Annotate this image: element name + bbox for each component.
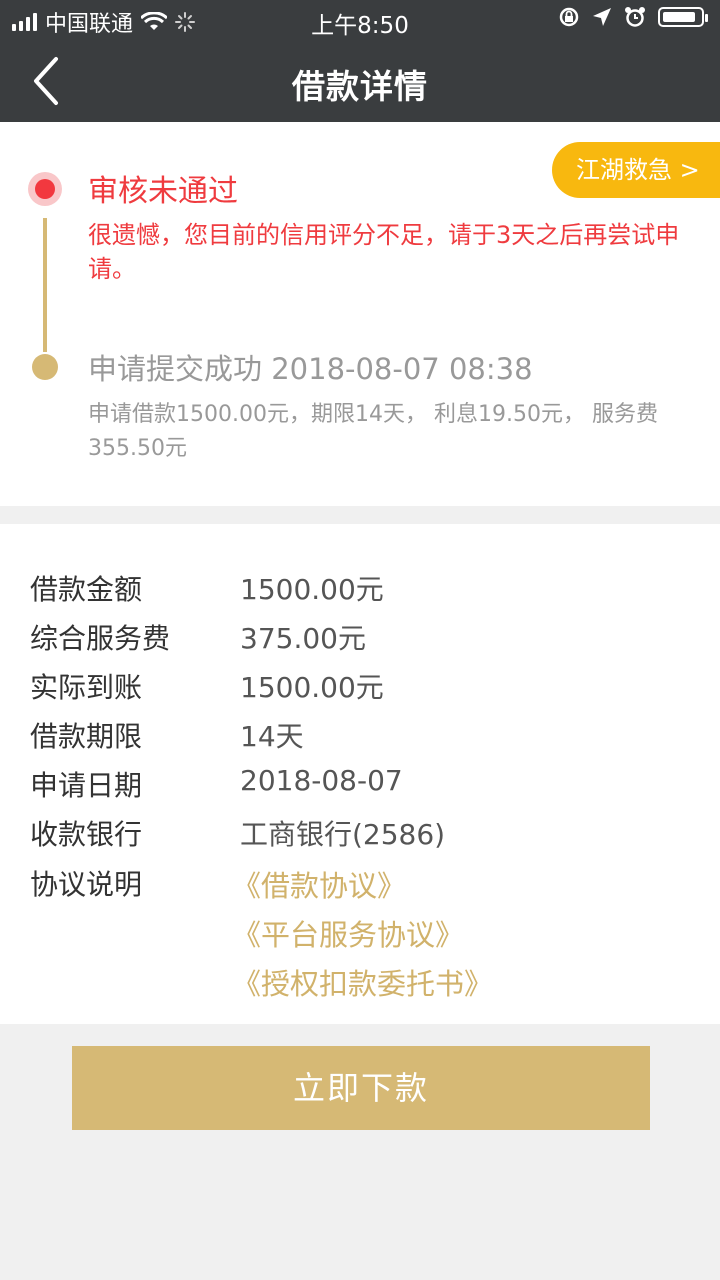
debit-authorization-link[interactable]: 《授权扣款委托书》 <box>232 961 493 1003</box>
detail-value-date: 2018-08-07 <box>240 764 403 797</box>
status-bar: 中国联通 上午8:50 <box>0 0 720 40</box>
rejection-message: 很遗憾，您目前的信用评分不足，请于3天之后再尝试申请。 <box>88 221 680 283</box>
timeline-line <box>43 218 47 352</box>
detail-value-bank: 工商银行(2586) <box>240 818 446 851</box>
rotation-lock-icon <box>559 7 579 27</box>
nav-bar: 借款详情 <box>0 40 720 122</box>
detail-label-date: 申请日期 <box>30 769 143 802</box>
page-title: 借款详情 <box>292 67 428 106</box>
loan-details-card: 借款金额 1500.00元 综合服务费 375.00元 实际到账 1500.00… <box>0 524 720 1024</box>
timeline-dot-current <box>28 172 62 206</box>
status-right <box>558 6 708 28</box>
loan-agreement-link[interactable]: 《借款协议》 <box>232 863 406 905</box>
detail-value-amount: 1500.00元 <box>240 573 384 606</box>
submission-detail: 申请借款1500.00元，期限14天， 利息19.50元， 服务费355.50元 <box>88 402 658 461</box>
location-icon <box>593 8 611 26</box>
platform-service-agreement-link[interactable]: 《平台服务协议》 <box>232 912 464 954</box>
detail-label-service-fee: 综合服务费 <box>30 622 171 655</box>
rejection-title: 审核未通过 <box>88 174 238 209</box>
battery-icon <box>658 7 708 27</box>
detail-label-bank: 收款银行 <box>30 818 143 851</box>
agreement-label: 协议说明 <box>30 868 143 901</box>
detail-value-service-fee: 375.00元 <box>240 622 366 655</box>
rescue-button[interactable]: 江湖救急 > <box>552 142 720 198</box>
detail-label-amount: 借款金额 <box>30 573 143 606</box>
detail-label-term: 借款期限 <box>30 720 143 753</box>
timeline-dot-past <box>32 354 58 380</box>
alarm-icon <box>625 7 645 27</box>
submission-title: 申请提交成功 2018-08-07 08:38 <box>88 352 533 386</box>
detail-value-term: 14天 <box>240 720 304 753</box>
status-timeline-card: 江湖救急 > 审核未通过 很遗憾，您目前的信用评分不足，请于3天之后再尝试申请。… <box>0 122 720 506</box>
detail-value-received: 1500.00元 <box>240 671 384 704</box>
disburse-now-button[interactable]: 立即下款 <box>72 1046 650 1130</box>
detail-label-received: 实际到账 <box>30 671 143 704</box>
